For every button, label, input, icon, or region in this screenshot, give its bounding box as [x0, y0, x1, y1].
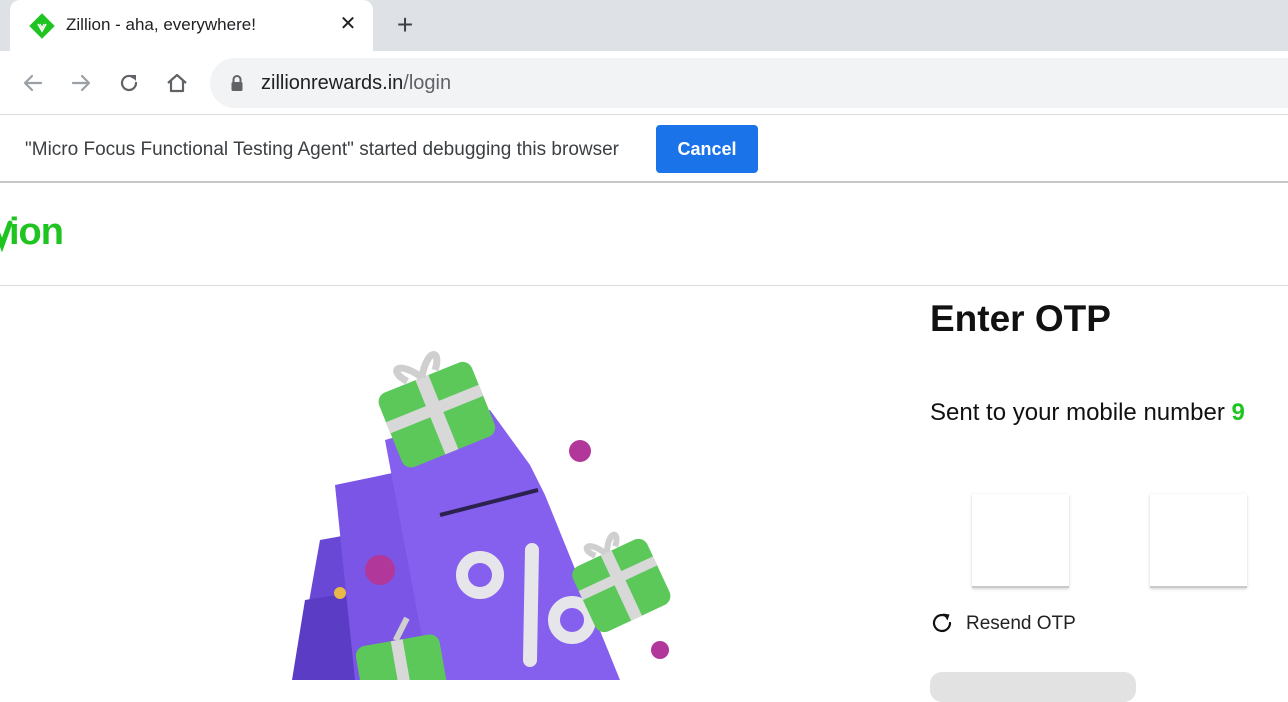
lock-icon [231, 75, 243, 91]
address-bar[interactable]: zillionrewards.in/login [210, 58, 1288, 108]
mobile-number: 9 [1231, 399, 1245, 426]
forward-arrow-icon[interactable] [68, 70, 94, 96]
close-icon[interactable]: ✕ [338, 14, 358, 34]
resend-otp-label: Resend OTP [966, 613, 1076, 634]
url-host: zillionrewards.in [261, 72, 404, 94]
debugging-infobar: "Micro Focus Functional Testing Agent" s… [0, 116, 1288, 183]
back-arrow-icon[interactable] [20, 70, 46, 96]
refresh-icon [932, 613, 952, 633]
plus-icon[interactable]: + [392, 11, 418, 39]
otp-digit-input[interactable] [1150, 494, 1247, 588]
discount-gifts-illustration [292, 351, 671, 680]
cancel-button[interactable]: Cancel [656, 125, 758, 173]
zillion-favicon-icon [29, 13, 55, 39]
browser-tab[interactable]: Zillion - aha, everywhere! ✕ [10, 0, 373, 51]
infobar-message: "Micro Focus Functional Testing Agent" s… [25, 139, 620, 160]
reload-icon[interactable] [116, 70, 142, 96]
otp-sent-label: Sent to your mobile number [930, 399, 1232, 426]
logo[interactable]: ion [9, 211, 64, 254]
url-path: /login [403, 72, 452, 94]
otp-title: Enter OTP [930, 298, 1111, 339]
browser-toolbar: zillionrewards.in/login [0, 51, 1288, 115]
tab-title: Zillion - aha, everywhere! [66, 15, 256, 34]
tab-strip: Zillion - aha, everywhere! ✕ + [0, 0, 1288, 51]
site-header: ion [0, 185, 1288, 286]
otp-digit-input[interactable] [972, 494, 1069, 588]
otp-sent-text: Sent to your mobile number 9 [930, 399, 1245, 427]
verify-button[interactable] [930, 672, 1136, 702]
url-text: zillionrewards.in/login [261, 72, 451, 95]
home-icon[interactable] [164, 70, 190, 96]
